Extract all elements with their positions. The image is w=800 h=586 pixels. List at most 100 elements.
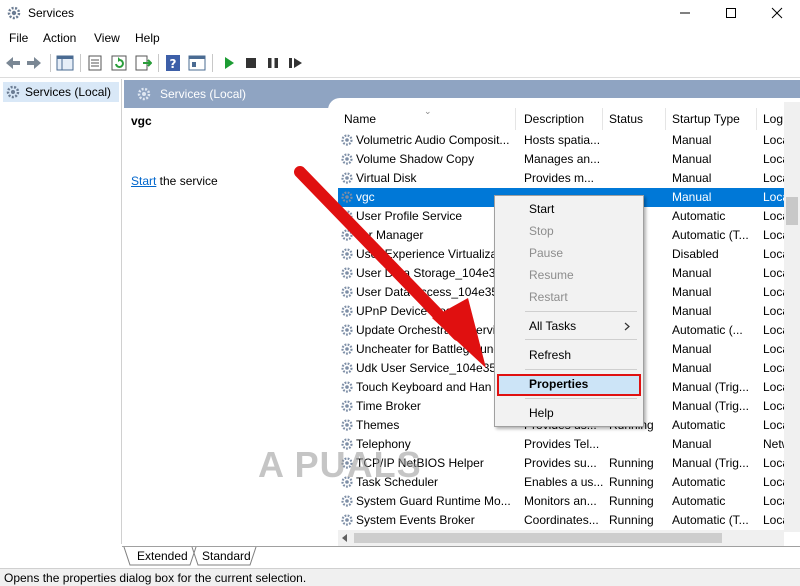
export-list-icon[interactable] [134,54,152,72]
service-gear-icon [341,381,353,393]
service-startup-type: Manual (Trig... [672,380,749,394]
service-gear-icon [341,134,353,146]
service-name: Time Broker [356,399,421,413]
horizontal-scroll-thumb[interactable] [354,533,722,543]
service-gear-icon [341,419,353,431]
console-view-icon[interactable] [188,54,206,72]
context-menu-help[interactable]: Help [495,403,643,423]
tree-pane: Services (Local) [0,79,122,544]
service-row[interactable]: Volumetric Audio Composit... Hosts spatia… [338,131,800,150]
service-description: Monitors an... [524,494,597,508]
start-service-link-suffix: the service [156,174,218,188]
context-menu-properties[interactable]: Properties [495,374,643,394]
column-startup-label: Startup Type [672,112,740,126]
service-name: ser Manager [356,228,424,242]
service-row[interactable]: System Events Broker Coordinates... Runnin… [338,511,800,530]
horizontal-scrollbar[interactable] [338,530,784,546]
pause-service-icon[interactable] [264,54,282,72]
service-name: Volumetric Audio Composit... [356,133,510,147]
help-icon[interactable]: ? [164,54,182,72]
stop-service-icon[interactable] [242,54,260,72]
service-startup-type: Manual [672,266,712,280]
service-startup-type: Disabled [672,247,719,261]
appuals-watermark: A PUALS [258,444,422,485]
show-hide-tree-icon[interactable] [56,54,74,72]
title-bar: Services [0,0,800,26]
restart-service-icon[interactable] [286,54,304,72]
service-gear-icon [341,229,353,241]
column-header-name[interactable]: Name ⌄ [338,108,516,130]
scroll-left-icon[interactable] [341,534,349,542]
service-startup-type: Automatic [672,209,726,223]
maximize-button[interactable] [708,0,754,26]
service-name: Virtual Disk [356,171,417,185]
service-description: Manages an... [524,152,601,166]
context-menu-pause: Pause [529,246,564,260]
service-startup-type: Manual [672,152,712,166]
service-startup-type: Manual (Trig... [672,456,749,470]
minimize-button[interactable] [662,0,708,26]
context-menu-restart: Restart [529,290,568,304]
service-startup-type: Automatic [672,475,726,489]
start-service-link[interactable]: Start [131,174,156,188]
service-row[interactable]: Volume Shadow Copy Manages an... Manual Loc… [338,150,800,169]
vertical-scrollbar[interactable] [784,102,800,532]
service-name: User Data Storage_104e35 [356,266,503,280]
context-menu-stop: Stop [529,224,554,238]
start-service-icon[interactable] [220,54,238,72]
service-name: Themes [356,418,400,432]
tab-extended[interactable]: Extended [131,549,194,563]
toolbar-separator [212,54,213,72]
status-text: Opens the properties dialog box for the … [4,571,307,585]
refresh-icon[interactable] [110,54,128,72]
close-button[interactable] [754,0,800,26]
service-gear-icon [341,267,353,279]
properties-sheet-icon[interactable] [86,54,104,72]
service-gear-icon [341,191,353,203]
service-name: UPnP Device Host [356,304,456,318]
column-header-description[interactable]: Description [518,108,603,130]
service-name: System Events Broker [356,513,475,527]
service-startup-type: Automatic (T... [672,513,749,527]
context-menu-all-tasks[interactable]: All Tasks [495,316,643,336]
service-status: Running [609,513,654,527]
back-arrow-icon[interactable] [4,54,22,72]
service-description: Provides m... [524,171,595,185]
service-startup-type: Automatic (T... [672,228,749,242]
column-header-startup-type[interactable]: Startup Type [666,108,757,130]
service-gear-icon [341,305,353,317]
service-gear-icon [341,153,353,165]
service-name: Udk User Service_104e352 [356,361,503,375]
service-gear-icon [341,343,353,355]
service-name: Volume Shadow Copy [356,152,475,166]
menu-help[interactable]: Help [135,31,160,45]
services-gear-icon [6,85,20,99]
service-gear-icon [341,172,353,184]
context-menu-separator [525,369,637,370]
minimize-icon [680,12,690,14]
tab-standard[interactable]: Standard [196,549,257,563]
context-menu-separator [525,398,637,399]
context-menu-refresh[interactable]: Refresh [495,345,643,365]
toolbar-separator [50,54,51,72]
tree-item-services-local[interactable]: Services (Local) [3,82,119,102]
menu-file[interactable]: File [9,31,28,45]
column-header-status[interactable]: Status [603,108,666,130]
panel-header-title: Services (Local) [160,87,247,101]
service-startup-type: Manual [672,285,712,299]
selected-service-title: vgc [131,114,152,128]
forward-arrow-icon[interactable] [25,54,43,72]
menu-view[interactable]: View [94,31,120,45]
service-name: Touch Keyboard and Han [356,380,492,394]
context-menu-start[interactable]: Start [495,199,643,219]
vertical-scroll-thumb[interactable] [786,197,798,225]
service-gear-icon [341,324,353,336]
service-row[interactable]: Virtual Disk Provides m... Manual Loca [338,169,800,188]
context-menu-resume: Resume [529,268,574,282]
services-panel: Services (Local) vgc Start the service N… [124,80,800,546]
services-gear-icon [7,6,21,20]
service-startup-type: Manual [672,133,712,147]
menu-action[interactable]: Action [43,31,76,45]
service-gear-icon [341,286,353,298]
service-row[interactable]: System Guard Runtime Mo... Monitors an...… [338,492,800,511]
